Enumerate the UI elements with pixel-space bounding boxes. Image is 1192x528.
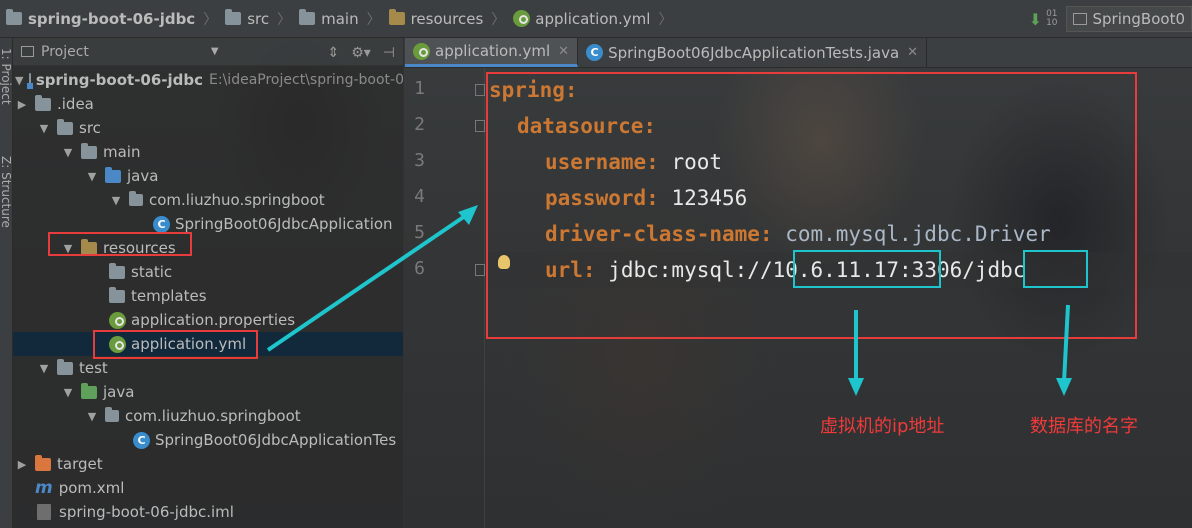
ip-annotation-label: 虚拟机的ip地址: [820, 416, 945, 437]
arrow-head: [458, 205, 478, 225]
arrow-head: [848, 378, 864, 396]
arrow-to-code: [266, 212, 470, 352]
db-annotation-label: 数据库的名字: [1030, 416, 1138, 437]
annotation-arrows: [266, 205, 1072, 396]
arrow-head: [1056, 378, 1072, 396]
arrow-db-down: [1062, 304, 1070, 383]
